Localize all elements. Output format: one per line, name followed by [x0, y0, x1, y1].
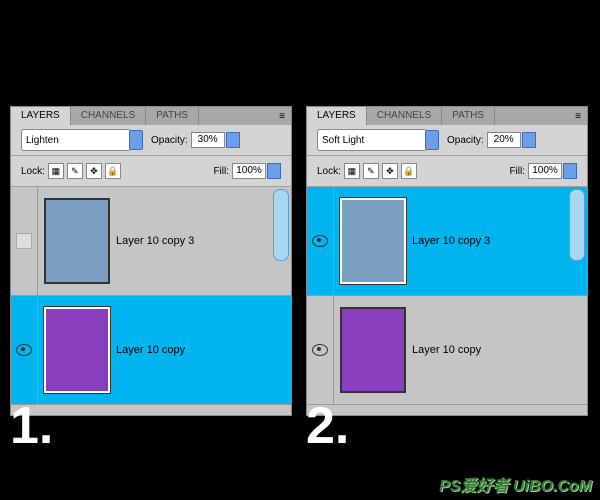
lock-move-icon[interactable]: ✥ [382, 163, 398, 179]
eye-off-icon [16, 233, 32, 249]
layer-name[interactable]: Layer 10 copy 3 [412, 235, 490, 247]
layer-row[interactable]: Layer 10 copy 3 [11, 187, 291, 296]
opacity-slider-icon[interactable] [522, 132, 536, 148]
panel-tabs: LAYERS CHANNELS PATHS ≡ [11, 107, 291, 125]
layer-name[interactable]: Layer 10 copy [412, 344, 481, 356]
tab-layers[interactable]: LAYERS [11, 107, 71, 125]
eye-icon [312, 235, 328, 247]
opacity-input[interactable]: 20% [487, 132, 521, 148]
layer-row[interactable]: Layer 10 copy 3 [307, 187, 587, 296]
lock-brush-icon[interactable]: ✎ [363, 163, 379, 179]
visibility-toggle[interactable] [307, 296, 334, 404]
scrollbar-thumb[interactable] [273, 189, 289, 261]
lock-label: Lock: [21, 166, 45, 177]
lock-brush-icon[interactable]: ✎ [67, 163, 83, 179]
fill-input[interactable]: 100% [232, 163, 266, 179]
step-number-1: 1. [10, 396, 53, 456]
layer-name[interactable]: Layer 10 copy 3 [116, 235, 194, 247]
layer-thumbnail[interactable] [340, 307, 406, 393]
fill-slider-icon[interactable] [267, 163, 281, 179]
layer-row[interactable]: Layer 10 copy [11, 296, 291, 405]
tab-layers[interactable]: LAYERS [307, 107, 367, 125]
panel-tabs: LAYERS CHANNELS PATHS ≡ [307, 107, 587, 125]
blend-mode-select[interactable]: Lighten [21, 129, 131, 151]
layer-row[interactable]: Layer 10 copy [307, 296, 587, 405]
eye-icon [16, 344, 32, 356]
fill-label: Fill: [213, 166, 229, 177]
visibility-toggle[interactable] [307, 187, 334, 295]
eye-icon [312, 344, 328, 356]
layer-thumbnail[interactable] [340, 198, 406, 284]
fill-input[interactable]: 100% [528, 163, 562, 179]
layer-name[interactable]: Layer 10 copy [116, 344, 185, 356]
layer-list: Layer 10 copy 3 Layer 10 copy [307, 187, 587, 407]
blend-mode-select[interactable]: Soft Light [317, 129, 427, 151]
layer-thumbnail[interactable] [44, 307, 110, 393]
watermark-text: PS爱好者 UiBO.CoM [439, 472, 592, 496]
lock-fill-row: Lock: ▦ ✎ ✥ 🔒 Fill: 100% [11, 156, 291, 187]
fill-label: Fill: [509, 166, 525, 177]
step-number-2: 2. [306, 396, 349, 456]
lock-transparency-icon[interactable]: ▦ [344, 163, 360, 179]
comparison-stage: LAYERS CHANNELS PATHS ≡ Lighten Opacity:… [10, 106, 590, 453]
lock-all-icon[interactable]: 🔒 [105, 163, 121, 179]
opacity-input[interactable]: 30% [191, 132, 225, 148]
visibility-toggle[interactable] [11, 187, 38, 295]
scrollbar-thumb[interactable] [569, 189, 585, 261]
opacity-slider-icon[interactable] [226, 132, 240, 148]
tab-paths[interactable]: PATHS [442, 107, 495, 125]
blend-opacity-row: Soft Light Opacity: 20% [307, 125, 587, 156]
lock-label: Lock: [317, 166, 341, 177]
tab-paths[interactable]: PATHS [146, 107, 199, 125]
layers-panel-1: LAYERS CHANNELS PATHS ≡ Lighten Opacity:… [10, 106, 292, 416]
opacity-label: Opacity: [447, 135, 484, 146]
layers-panel-2: LAYERS CHANNELS PATHS ≡ Soft Light Opaci… [306, 106, 588, 416]
panel-menu-icon[interactable]: ≡ [569, 107, 587, 125]
blend-opacity-row: Lighten Opacity: 30% [11, 125, 291, 156]
tab-channels[interactable]: CHANNELS [71, 107, 146, 125]
fill-slider-icon[interactable] [563, 163, 577, 179]
lock-transparency-icon[interactable]: ▦ [48, 163, 64, 179]
lock-all-icon[interactable]: 🔒 [401, 163, 417, 179]
panel-menu-icon[interactable]: ≡ [273, 107, 291, 125]
lock-move-icon[interactable]: ✥ [86, 163, 102, 179]
lock-fill-row: Lock: ▦ ✎ ✥ 🔒 Fill: 100% [307, 156, 587, 187]
layer-thumbnail[interactable] [44, 198, 110, 284]
blend-stepper-icon[interactable] [425, 130, 439, 150]
tab-channels[interactable]: CHANNELS [367, 107, 442, 125]
visibility-toggle[interactable] [11, 296, 38, 404]
blend-stepper-icon[interactable] [129, 130, 143, 150]
layer-list: Layer 10 copy 3 Layer 10 copy [11, 187, 291, 407]
opacity-label: Opacity: [151, 135, 188, 146]
